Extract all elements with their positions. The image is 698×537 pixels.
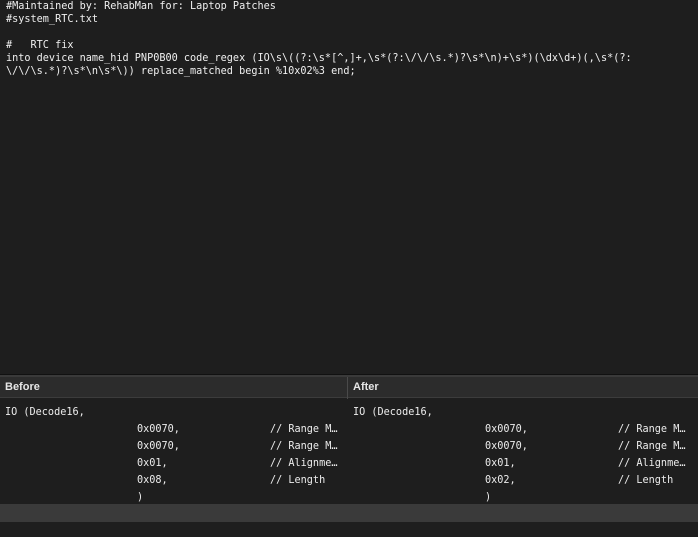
before-code: IO (Decode16, 0x0070,// Range M… 0x0070,… bbox=[0, 398, 347, 504]
code-line: into device name_hid PNP0B00 code_regex … bbox=[6, 53, 632, 64]
patch-text-editor[interactable]: #Maintained by: RehabMan for: Laptop Pat… bbox=[0, 0, 698, 374]
diff-line: 0x0070,// Range M… bbox=[485, 424, 686, 435]
diff-line: 0x08,// Length bbox=[137, 475, 326, 486]
diff-line: 0x01,// Alignme… bbox=[485, 458, 686, 469]
diff-line: 0x01,// Alignme… bbox=[137, 458, 338, 469]
code-line: #system_RTC.txt bbox=[6, 14, 99, 25]
diff-line: 0x02,// Length bbox=[485, 475, 674, 486]
code-line: #Maintained by: RehabMan for: Laptop Pat… bbox=[6, 1, 276, 12]
status-strip bbox=[0, 504, 698, 522]
code-line: # RTC fix bbox=[6, 40, 74, 51]
diff-preview: Before IO (Decode16, 0x0070,// Range M… … bbox=[0, 377, 698, 537]
diff-line: IO (Decode16, bbox=[5, 407, 85, 418]
code-line: \/\/\s.*)?\s*\n\s*\)) replace_matched be… bbox=[6, 66, 356, 77]
diff-line: 0x0070,// Range M… bbox=[485, 441, 686, 452]
after-code: IO (Decode16, 0x0070,// Range M… 0x0070,… bbox=[348, 398, 698, 504]
diff-line: 0x0070,// Range M… bbox=[137, 424, 338, 435]
diff-line: IO (Decode16, bbox=[353, 407, 433, 418]
before-header: Before bbox=[0, 377, 347, 398]
after-header: After bbox=[348, 377, 698, 398]
diff-line: 0x0070,// Range M… bbox=[137, 441, 338, 452]
